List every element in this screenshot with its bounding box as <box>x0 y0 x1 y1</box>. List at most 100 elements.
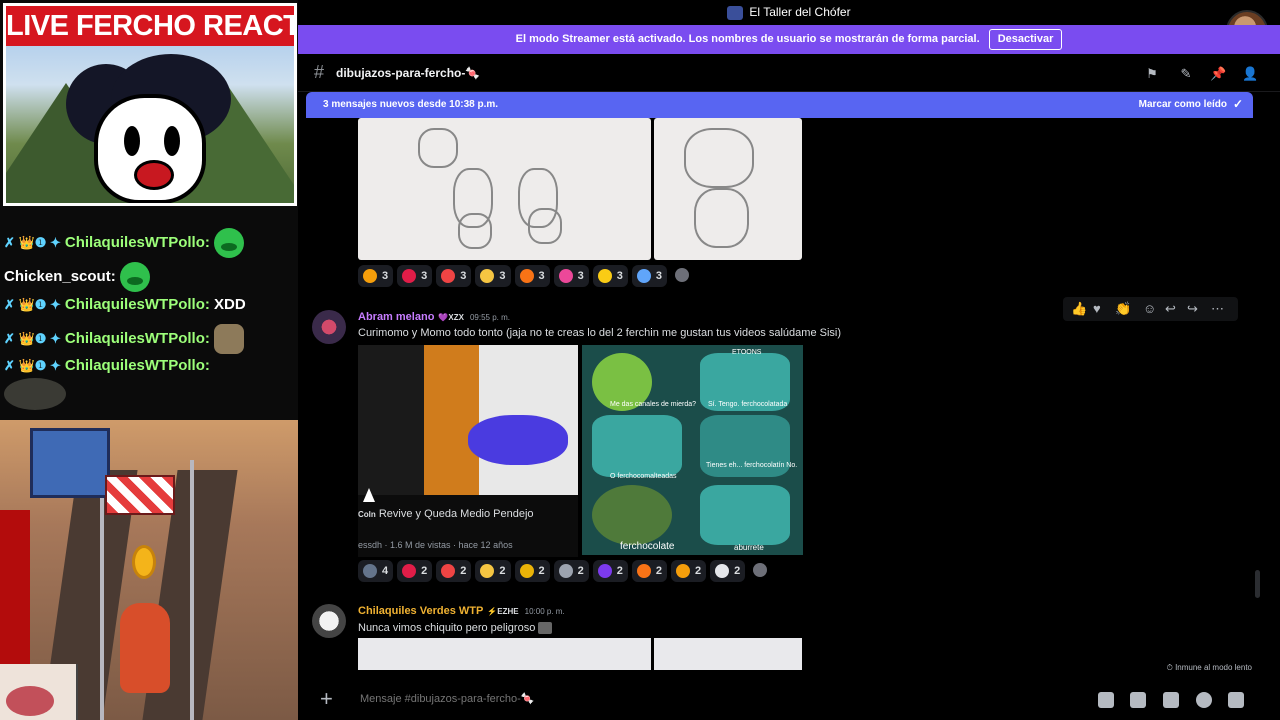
reaction-button[interactable]: 3 <box>436 265 472 287</box>
rail <box>100 460 104 720</box>
heart-emoji-icon <box>441 269 456 284</box>
chat-line: ✗ 👑❶ ✦ ChilaquilesWTPollo: <box>4 228 245 258</box>
message-input[interactable] <box>358 692 998 706</box>
author-avatar[interactable] <box>312 604 346 638</box>
message-author[interactable]: Abram melano 💜XZX 09:55 p. m. <box>358 311 510 323</box>
avatar-face <box>94 94 206 203</box>
more-options-icon[interactable]: ⋯ <box>1211 301 1224 317</box>
sketch-stroke <box>458 213 492 249</box>
scrollbar-thumb[interactable] <box>1255 570 1260 598</box>
threads-icon[interactable]: ⚑ <box>1144 66 1160 82</box>
chat-line: Chicken_scout: <box>4 262 150 292</box>
message-timestamp: 09:55 p. m. <box>469 313 510 322</box>
crying-frog-emote <box>214 228 245 258</box>
stream-chat: ✗ 👑❶ ✦ ChilaquilesWTPollo: Chicken_scout:… <box>0 206 298 420</box>
seal-emote <box>4 378 66 410</box>
reaction-button[interactable]: 3 <box>631 265 667 287</box>
message-author[interactable]: Chilaquiles Verdes WTP ⚡EZHE 10:00 p. m. <box>358 605 565 617</box>
eyes-emoji-icon <box>715 564 730 579</box>
reaction-button[interactable]: 3 <box>592 265 628 287</box>
pin-icon[interactable]: 📌 <box>1210 66 1226 82</box>
clap-icon[interactable]: 👏 <box>1115 301 1131 317</box>
gameplay-video <box>0 420 298 720</box>
reaction-button[interactable]: 3 <box>475 265 511 287</box>
reaction-button[interactable]: 2 <box>397 560 433 582</box>
chat-username: Chicken_scout: <box>4 267 116 285</box>
forward-icon[interactable]: ↪ <box>1187 301 1198 317</box>
meme-image[interactable]: ETOONS Me das canales de mierda? Sí. Ten… <box>582 345 803 555</box>
message-composer: + <box>308 682 1258 718</box>
disable-streamer-button[interactable]: Desactivar <box>988 29 1063 50</box>
coin <box>132 545 156 579</box>
add-reaction-icon[interactable]: ☺ <box>1143 301 1156 316</box>
mark-read-icon: ✓ <box>1232 97 1243 111</box>
reaction-button[interactable]: 4 <box>358 560 394 582</box>
reaction-button[interactable]: 2 <box>592 560 628 582</box>
drawing-image[interactable] <box>654 118 802 260</box>
crying-frog-emote <box>119 262 150 292</box>
custom-emoji-icon <box>597 564 612 579</box>
add-reaction-icon[interactable] <box>753 562 768 577</box>
reaction-button[interactable]: 2 <box>710 560 746 582</box>
sketch-stroke <box>418 128 458 168</box>
reaction-button[interactable]: 3 <box>397 265 433 287</box>
message-text: Curimomo y Momo todo tonto (jaja no te c… <box>358 327 842 339</box>
gift-icon[interactable] <box>1098 692 1114 708</box>
stream-overlay: LIVE FERCHO REACTION ✗ 👑❶ ✦ChilaquilesWT… <box>0 0 298 720</box>
reaction-button[interactable]: 3 <box>553 265 589 287</box>
chat-username: ChilaquilesWTPollo: <box>64 357 210 374</box>
reaction-button[interactable]: 2 <box>475 560 511 582</box>
video-meta: essdh · 1.6 M de vistas · hace 12 años <box>358 540 513 550</box>
reaction-button[interactable]: 3 <box>514 265 550 287</box>
heart-icon[interactable]: ♥ <box>1093 301 1101 316</box>
pink-heart-emoji-icon <box>558 269 573 284</box>
members-icon[interactable]: 👤 <box>1242 66 1258 82</box>
hash-icon: # <box>314 62 325 82</box>
reaction-button[interactable]: 2 <box>436 560 472 582</box>
author-avatar[interactable] <box>312 310 346 344</box>
rail <box>190 460 194 720</box>
meme-caption: Sí. Tengo. ferchocolatada <box>708 401 788 408</box>
apps-icon[interactable] <box>1228 692 1244 708</box>
video-title[interactable]: Coln Revive y Queda Medio Pendejo <box>358 508 534 520</box>
channel-name: dibujazos-para-fercho-🍬 <box>336 66 481 80</box>
heart-emoji-icon <box>402 269 417 284</box>
streamer-mode-notice: El modo Streamer está activado. Los nomb… <box>298 25 1280 54</box>
mute-bell-icon[interactable]: ✎ <box>1178 66 1194 82</box>
image-attachment[interactable] <box>358 638 651 670</box>
add-reaction-icon[interactable] <box>675 267 689 282</box>
custom-emoji-icon <box>519 564 534 579</box>
attach-plus-icon[interactable]: + <box>320 688 333 710</box>
reaction-button[interactable]: 2 <box>631 560 667 582</box>
reaction-button[interactable]: 2 <box>671 560 707 582</box>
video-embed[interactable]: Coln Revive y Queda Medio Pendejo essdh … <box>358 345 578 557</box>
fire-emoji-icon <box>363 269 377 284</box>
chat-username: ChilaquilesWTPollo: <box>64 233 210 251</box>
emoji-icon[interactable] <box>1196 692 1212 708</box>
thumbs-up-icon[interactable]: 👍 <box>1071 301 1087 317</box>
red-light <box>0 510 30 670</box>
reactions-row: 33333333 <box>358 265 689 287</box>
chat-line <box>4 378 66 410</box>
sticker-icon[interactable] <box>1163 692 1179 708</box>
drawing-image[interactable] <box>358 118 651 260</box>
image-attachment[interactable] <box>654 638 802 670</box>
custom-emoji-icon <box>538 622 553 635</box>
new-messages-bar[interactable]: 3 mensajes nuevos desde 10:38 p.m. Marca… <box>306 92 1253 118</box>
mark-as-read-button[interactable]: Marcar como leído <box>1139 99 1227 110</box>
chat-badges: ✗ 👑❶ ✦ <box>4 297 61 312</box>
gem-emoji-icon <box>636 269 651 284</box>
runner-character <box>120 603 170 693</box>
reaction-button[interactable]: 2 <box>553 560 589 582</box>
meme-caption: O ferchocomalteadas <box>610 473 677 480</box>
message-timestamp: 10:00 p. m. <box>524 607 565 616</box>
slowmode-notice: ⏱ Inmune al modo lento <box>1166 663 1252 672</box>
streamer-camera: LIVE FERCHO REACTION <box>3 3 297 206</box>
reaction-button[interactable]: 3 <box>358 265 394 287</box>
thumbs-up-emoji-icon <box>597 269 612 284</box>
mouse-cursor <box>363 488 375 502</box>
reply-icon[interactable]: ↩ <box>1165 301 1176 317</box>
chat-username: ChilaquilesWTPollo: <box>64 329 210 347</box>
gif-icon[interactable] <box>1130 692 1146 708</box>
reaction-button[interactable]: 2 <box>514 560 550 582</box>
